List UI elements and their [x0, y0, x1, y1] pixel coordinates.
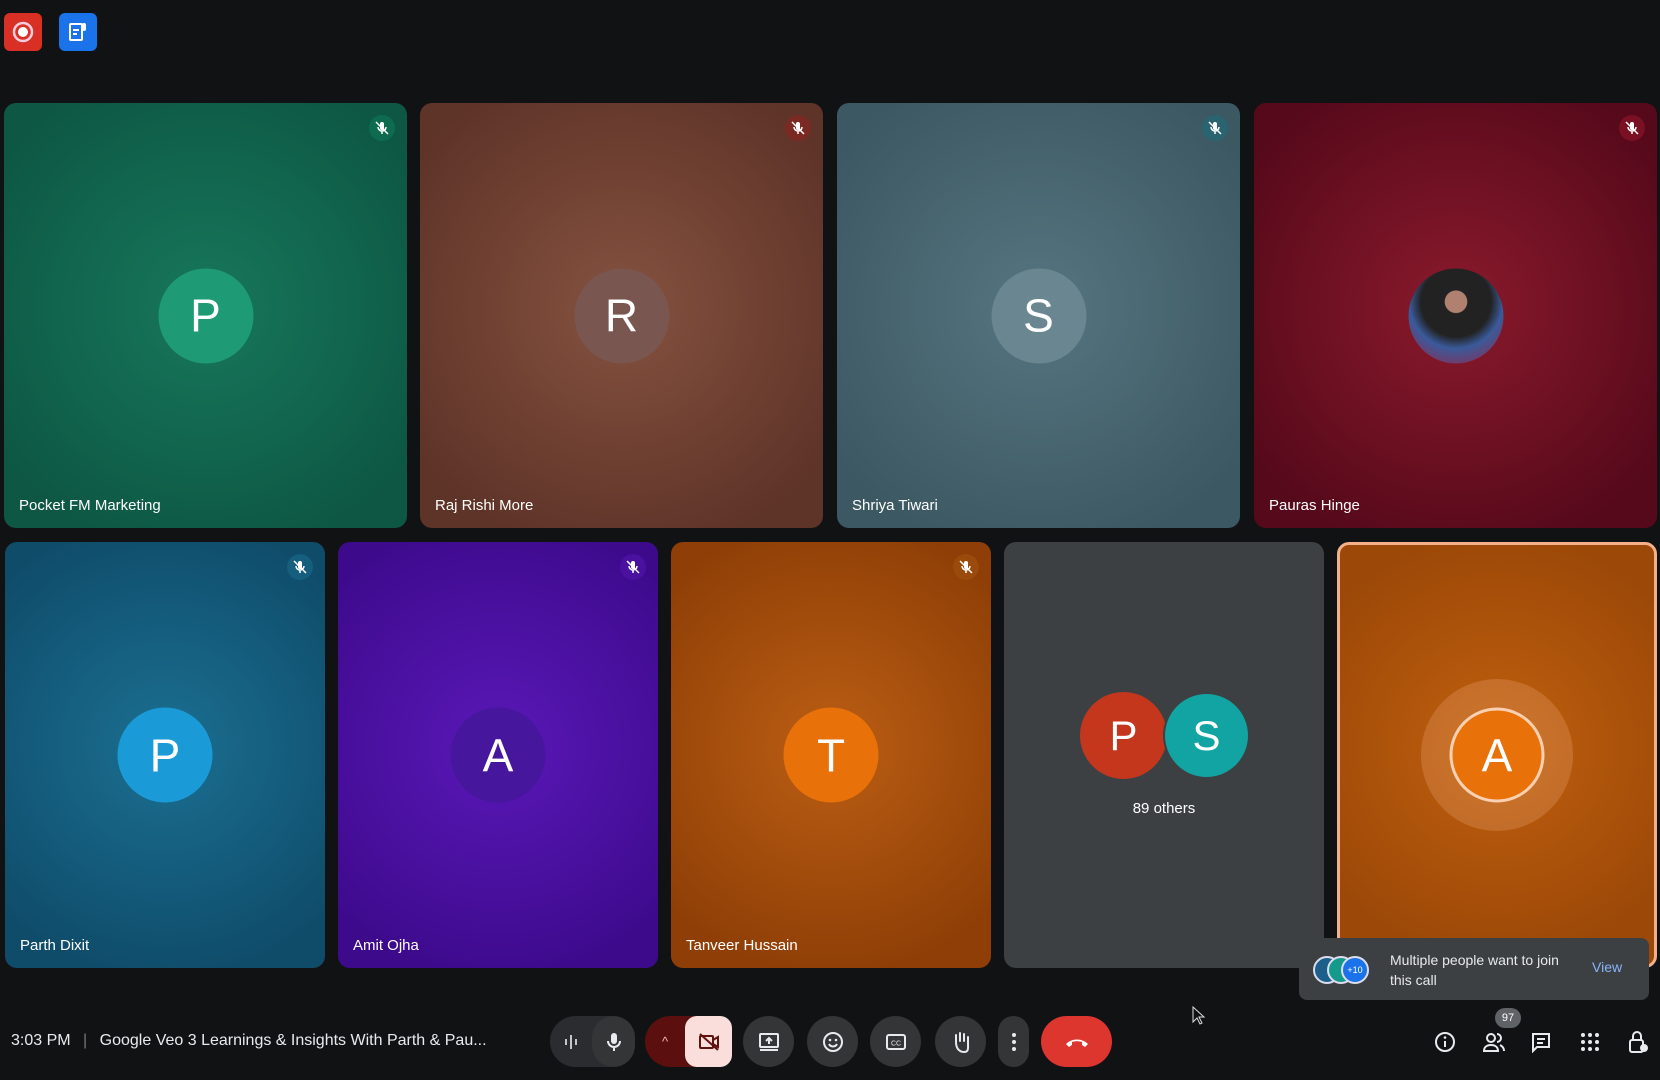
- raise-hand-button[interactable]: [935, 1016, 986, 1067]
- hand-icon: [954, 1031, 969, 1053]
- mic-group: [550, 1016, 635, 1067]
- mouse-cursor: [1192, 1006, 1206, 1025]
- participant-photo: [1408, 268, 1503, 363]
- emoji-icon: [822, 1031, 843, 1052]
- muted-indicator: [1619, 115, 1645, 141]
- meeting-details-button[interactable]: [1433, 1030, 1457, 1054]
- transcript-icon: [69, 23, 86, 41]
- mic-off-icon: [1625, 121, 1639, 135]
- leave-call-button[interactable]: [1041, 1016, 1112, 1067]
- participant-avatar: P: [158, 268, 253, 363]
- muted-indicator: [369, 115, 395, 141]
- chat-icon: [1532, 1033, 1550, 1053]
- participant-tile[interactable]: P Parth Dixit: [5, 542, 325, 968]
- camera-toggle-button[interactable]: [685, 1016, 732, 1067]
- participant-name: Parth Dixit: [20, 937, 90, 954]
- self-tile[interactable]: A: [1337, 542, 1657, 968]
- chat-button[interactable]: [1529, 1030, 1553, 1054]
- self-avatar: A: [1449, 707, 1545, 803]
- meeting-info: 3:03 PM | Google Veo 3 Learnings & Insig…: [11, 1032, 487, 1050]
- others-tile[interactable]: P S 89 others: [1004, 542, 1324, 968]
- activities-button[interactable]: [1578, 1030, 1602, 1054]
- separator: |: [83, 1032, 88, 1049]
- participant-tile[interactable]: T Tanveer Hussain: [671, 542, 991, 968]
- participant-avatar: T: [783, 707, 879, 803]
- record-icon: [12, 21, 34, 43]
- participant-avatar: A: [450, 707, 546, 803]
- muted-indicator: [1202, 115, 1228, 141]
- participant-tile[interactable]: P Pocket FM Marketing: [4, 103, 407, 528]
- participant-tile[interactable]: R Raj Rishi More: [420, 103, 823, 528]
- mic-off-icon: [791, 121, 805, 135]
- reactions-button[interactable]: [807, 1016, 858, 1067]
- participant-avatar: S: [991, 268, 1086, 363]
- others-avatar-s: S: [1163, 692, 1250, 779]
- camera-off-icon: [698, 1032, 719, 1051]
- mic-off-icon: [1208, 121, 1222, 135]
- participant-avatar: R: [574, 268, 669, 363]
- others-avatar-p: P: [1080, 692, 1167, 779]
- view-button[interactable]: View: [1592, 959, 1622, 975]
- svg-text:CC: CC: [890, 1040, 900, 1047]
- muted-indicator: [953, 554, 979, 580]
- participant-name: Raj Rishi More: [435, 497, 534, 514]
- mic-off-icon: [293, 560, 307, 574]
- participant-name: Amit Ojha: [353, 937, 419, 954]
- apps-grid-icon: [1581, 1033, 1599, 1051]
- more-options-button[interactable]: [998, 1016, 1029, 1067]
- muted-indicator: [785, 115, 811, 141]
- muted-indicator: [620, 554, 646, 580]
- mic-off-icon: [375, 121, 389, 135]
- participant-tile[interactable]: Pauras Hinge: [1254, 103, 1657, 528]
- participant-name: Pauras Hinge: [1269, 497, 1360, 514]
- clock-time: 3:03 PM: [11, 1032, 71, 1049]
- closed-captions-icon: CC: [885, 1033, 906, 1050]
- others-count: 89 others: [1132, 800, 1196, 817]
- present-screen-icon: [758, 1032, 779, 1051]
- microphone-icon: [606, 1032, 621, 1051]
- people-button[interactable]: [1482, 1030, 1506, 1054]
- camera-group: ^: [645, 1016, 732, 1067]
- host-controls-button[interactable]: [1626, 1030, 1650, 1054]
- recording-button[interactable]: [4, 13, 42, 51]
- audio-level-icon: [565, 1034, 577, 1049]
- captions-button[interactable]: CC: [870, 1016, 921, 1067]
- people-icon: [1482, 1033, 1505, 1052]
- audio-settings-button[interactable]: [550, 1033, 592, 1051]
- participant-name: Pocket FM Marketing: [19, 497, 161, 514]
- lock-person-icon: [1629, 1031, 1648, 1053]
- requester-avatars: +10: [1313, 956, 1379, 984]
- participant-avatar: P: [117, 707, 213, 803]
- participant-tile[interactable]: A Amit Ojha: [338, 542, 658, 968]
- mic-off-icon: [959, 560, 973, 574]
- more-requesters-count: +10: [1341, 956, 1369, 984]
- transcript-button[interactable]: [59, 13, 97, 51]
- muted-indicator: [287, 554, 313, 580]
- meeting-title: Google Veo 3 Learnings & Insights With P…: [99, 1032, 487, 1049]
- present-button[interactable]: [743, 1016, 794, 1067]
- more-vertical-icon: [1011, 1032, 1016, 1051]
- join-request-notification: +10 Multiple people want to join this ca…: [1299, 938, 1649, 1000]
- participant-name: Tanveer Hussain: [686, 937, 798, 954]
- participant-tile[interactable]: S Shriya Tiwari: [837, 103, 1240, 528]
- mic-off-icon: [626, 560, 640, 574]
- microphone-button[interactable]: [592, 1016, 635, 1067]
- participant-count-badge: 97: [1495, 1008, 1521, 1028]
- participant-name: Shriya Tiwari: [852, 497, 938, 514]
- info-icon: [1435, 1032, 1455, 1052]
- camera-options-button[interactable]: ^: [645, 1034, 685, 1049]
- notification-text: Multiple people want to join this call: [1390, 952, 1559, 988]
- hang-up-icon: [1065, 1039, 1088, 1047]
